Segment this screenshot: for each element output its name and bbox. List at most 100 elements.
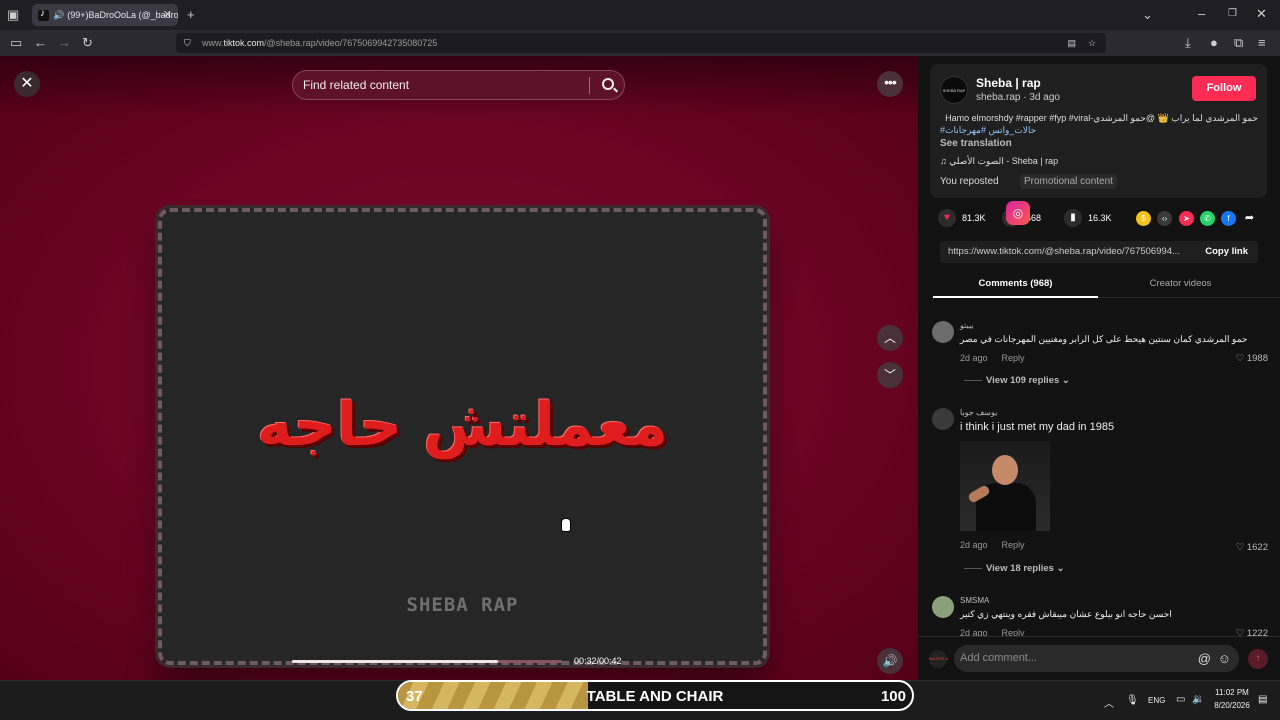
whatsapp-icon[interactable]: ✆ — [1200, 211, 1215, 226]
tab-creator-videos[interactable]: Creator videos — [1098, 278, 1263, 289]
follow-button[interactable]: Follow — [1192, 76, 1256, 101]
promotional-badge[interactable]: Promotional content — [1020, 174, 1117, 189]
comment-meta: 2d ago Reply — [960, 353, 1025, 363]
see-translation-link[interactable]: See translation — [940, 138, 1012, 149]
description-line-2[interactable]: #حالات_واتس #مهرجانات — [940, 124, 1258, 136]
video-progress-bar[interactable] — [292, 660, 562, 663]
network-icon[interactable]: ▭ — [1176, 694, 1185, 705]
right-panel: SHEBA RAP Sheba | rap sheba.rap · 3d ago… — [918, 56, 1280, 680]
comment-likes[interactable]: ♡ 1622 — [1236, 542, 1268, 553]
add-comment-placeholder: Add comment... — [960, 652, 1038, 664]
facebook-icon[interactable]: f — [1221, 211, 1236, 226]
previous-video-button[interactable]: ︿ — [877, 325, 903, 351]
tab-close-icon[interactable]: ✕ — [163, 8, 172, 21]
commenter-name[interactable]: بيبتو — [960, 321, 974, 330]
my-avatar[interactable]: BADROLA — [929, 650, 948, 668]
downloads-icon[interactable]: ⤓ — [1185, 36, 1191, 50]
close-video-button[interactable]: ✕ — [14, 71, 40, 97]
copy-link-button[interactable]: Copy link — [1205, 246, 1248, 257]
reload-icon[interactable]: ↻ — [82, 36, 93, 50]
tab-comments[interactable]: Comments (968) — [933, 278, 1098, 298]
comment-meta: 2d ago Reply — [960, 540, 1025, 550]
send-to-friends-icon[interactable]: ➤ — [1179, 211, 1194, 226]
video-watermark: SHEBA RAP — [406, 594, 519, 616]
comment-likes-count: 1622 — [1246, 542, 1268, 553]
forward-icon[interactable]: → — [58, 36, 71, 50]
microphone-icon[interactable]: 🎙 — [1126, 695, 1139, 706]
embed-icon[interactable]: ‹› — [1157, 211, 1172, 226]
view-replies-button[interactable]: View 109 replies ⌄ — [964, 375, 1070, 386]
more-options-button[interactable]: ••• — [877, 71, 903, 97]
reply-button[interactable]: Reply — [1002, 540, 1025, 550]
restore-icon[interactable]: ❐ — [1228, 7, 1237, 21]
video-stage[interactable]: معملتش حاجه SHEBA RAP — [0, 56, 918, 680]
clock-date[interactable]: 8/20/2026 — [1212, 701, 1252, 710]
description-line-1: حمو المرشدي لما يراب 👑 @حمو المرشدي-Hamo… — [945, 113, 1258, 123]
account-icon[interactable]: ● — [1210, 36, 1218, 50]
search-input[interactable]: Find related content — [292, 70, 625, 100]
video-frame[interactable]: معملتش حاجه SHEBA RAP — [158, 208, 767, 665]
tab-overview-icon[interactable]: ▣ — [7, 8, 19, 22]
tray-expand-icon[interactable]: ︿ — [1104, 695, 1114, 710]
video-progress-fill — [292, 660, 498, 663]
reader-view-icon[interactable]: ▤ — [1067, 33, 1076, 53]
commenter-avatar[interactable] — [932, 321, 954, 343]
tray-volume-icon[interactable]: 🔉 — [1192, 694, 1204, 705]
send-comment-button[interactable]: ↑ — [1248, 649, 1268, 669]
mention-icon[interactable]: @ — [1198, 645, 1211, 672]
saves-count: 16.3K — [1088, 213, 1112, 223]
next-video-button[interactable]: ﹀ — [877, 362, 903, 388]
volume-button[interactable]: 🔊 — [877, 648, 903, 674]
address-bar[interactable]: ⛉ www.tiktok.com/@sheba.rap/video/767506… — [176, 33, 1106, 53]
author-handle[interactable]: sheba.rap · 3d ago — [976, 92, 1060, 103]
instagram-icon[interactable]: ◎ — [1006, 201, 1030, 225]
browser-tabbar: ▣ 🔊 (99+)BaDroOoLa (@_badro ✕ + ⌄ – ❐ ✕ — [0, 0, 1280, 30]
comment-text: i think i just met my dad in 1985 — [960, 421, 1115, 433]
search-icon[interactable] — [602, 78, 614, 90]
commenter-avatar[interactable] — [932, 596, 954, 618]
comment-time: 2d ago — [960, 540, 988, 550]
comment-text: احسن حاجه انو بيلوع عشان ميبقاش فقره وين… — [960, 609, 1172, 619]
search-divider — [589, 77, 590, 94]
sidebar-toggle-icon[interactable]: ▭ — [10, 36, 22, 50]
tab-list-chevron-icon[interactable]: ⌄ — [1142, 8, 1153, 22]
author-avatar[interactable]: SHEBA RAP — [940, 76, 968, 104]
url-prefix: www. — [202, 38, 224, 48]
new-tab-icon[interactable]: + — [187, 8, 195, 22]
extensions-icon[interactable]: ⧉ — [1234, 36, 1243, 50]
heart-icon[interactable]: ♥ — [938, 209, 956, 227]
speaker-icon[interactable]: 🔊 — [53, 10, 64, 21]
commenter-name[interactable]: يوسف جوبا — [960, 408, 997, 417]
commenter-avatar[interactable] — [932, 408, 954, 430]
coin-icon[interactable]: $ — [1136, 211, 1151, 226]
minimize-icon[interactable]: – — [1198, 7, 1205, 21]
url-path: /@sheba.rap/video/7675069942735080725 — [264, 38, 438, 48]
save-action[interactable]: ▮ 16.3K — [1064, 209, 1112, 227]
clock-time[interactable]: 11:02 PM — [1212, 688, 1252, 697]
bookmark-star-icon[interactable]: ☆ — [1088, 33, 1096, 53]
share-link-box[interactable]: https://www.tiktok.com/@sheba.rap/video/… — [940, 241, 1258, 263]
share-icon[interactable]: ➦ — [1242, 211, 1257, 226]
like-action[interactable]: ♥ 81.3K — [938, 209, 986, 227]
reply-button[interactable]: Reply — [1002, 353, 1025, 363]
share-link-url[interactable]: https://www.tiktok.com/@sheba.rap/video/… — [948, 246, 1188, 257]
bookmark-icon[interactable]: ▮ — [1064, 209, 1082, 227]
language-indicator[interactable]: ENG — [1148, 696, 1165, 705]
site-info-icon[interactable]: ⛉ — [184, 33, 191, 53]
video-time: 00:32/00:42 — [574, 656, 622, 666]
author-name[interactable]: Sheba | rap — [976, 76, 1041, 90]
commenter-name[interactable]: SMSMA — [960, 596, 989, 605]
comment-image[interactable] — [960, 441, 1050, 531]
notifications-icon[interactable]: ▤ — [1258, 694, 1267, 705]
emoji-icon[interactable]: ☺ — [1218, 645, 1231, 672]
likes-count: 81.3K — [962, 213, 986, 223]
add-comment-input[interactable]: Add comment... @ ☺ — [954, 645, 1239, 672]
add-comment-bar: BADROLA Add comment... @ ☺ ↑ — [918, 636, 1280, 680]
comment-likes[interactable]: ♡ 1988 — [1236, 353, 1268, 364]
window-close-icon[interactable]: ✕ — [1256, 7, 1267, 21]
menu-icon[interactable]: ≡ — [1258, 36, 1266, 50]
music-link[interactable]: ♫ الصوت الأصلي - Sheba | rap — [940, 156, 1058, 167]
view-replies-button[interactable]: View 18 replies ⌄ — [964, 563, 1065, 574]
browser-tab[interactable]: 🔊 (99+)BaDroOoLa (@_badro ✕ — [32, 4, 178, 26]
back-icon[interactable]: ← — [34, 36, 47, 50]
